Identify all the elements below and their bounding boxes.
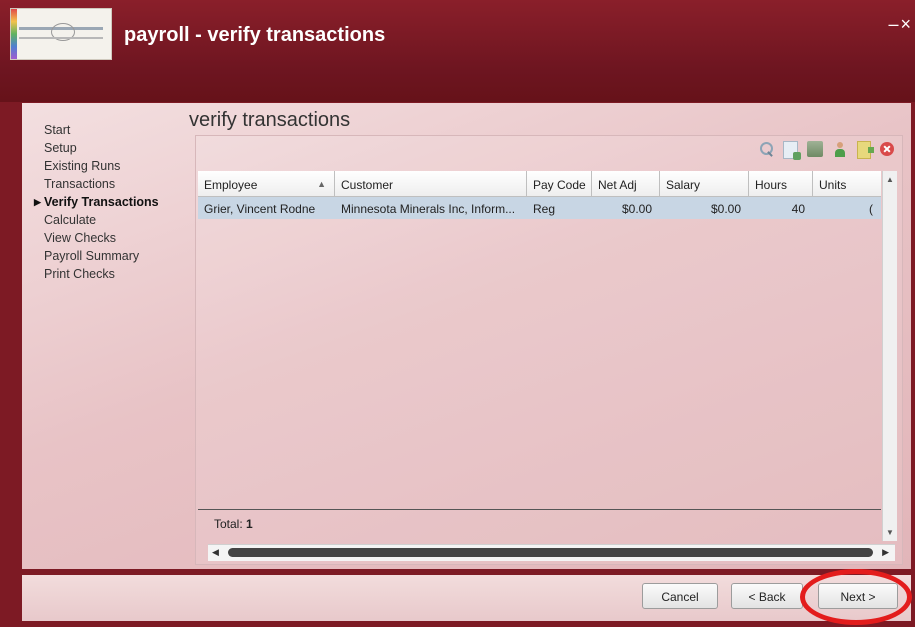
column-header-hours[interactable]: Hours	[749, 171, 813, 196]
column-header-employee[interactable]: Employee ▲	[198, 171, 335, 196]
grid-header: Employee ▲ Customer Pay Code Net Adj Sala…	[198, 171, 881, 197]
document-icon[interactable]	[783, 141, 801, 160]
sidebar-item-existing-runs[interactable]: Existing Runs	[44, 157, 159, 175]
transactions-grid: Employee ▲ Customer Pay Code Net Adj Sala…	[198, 171, 881, 541]
cell-units: (	[869, 202, 873, 216]
page-title: verify transactions	[189, 109, 351, 131]
check-logo-icon	[10, 8, 112, 60]
sidebar-item-verify-transactions[interactable]: ▶ Verify Transactions	[34, 193, 159, 211]
cell-salary: $0.00	[710, 202, 741, 216]
title-bar: payroll - verify transactions – ×	[0, 0, 915, 102]
sidebar-item-start[interactable]: Start	[44, 121, 159, 139]
back-button[interactable]: < Back	[731, 583, 803, 609]
sidebar-item-print-checks[interactable]: Print Checks	[44, 265, 159, 283]
cell-hours: 40	[791, 202, 805, 216]
cell-pay-code: Reg	[533, 202, 556, 216]
sort-ascending-icon: ▲	[317, 179, 326, 189]
window-controls: – ×	[886, 14, 911, 35]
sidebar-item-payroll-summary[interactable]: Payroll Summary	[44, 247, 159, 265]
next-button[interactable]: Next >	[818, 583, 898, 609]
button-bar: Cancel < Back Next >	[22, 575, 911, 621]
scroll-up-icon[interactable]: ▲	[886, 175, 894, 184]
wizard-steps: Start Setup Existing Runs Transactions ▶…	[34, 121, 159, 283]
column-header-customer[interactable]: Customer	[335, 171, 527, 196]
cell-net-adj: $0.00	[621, 202, 652, 216]
sidebar-item-label: Verify Transactions	[44, 195, 159, 209]
sidebar-item-transactions[interactable]: Transactions	[44, 175, 159, 193]
cell-customer: Minnesota Minerals Inc, Inform...	[341, 202, 516, 216]
sidebar-item-view-checks[interactable]: View Checks	[44, 229, 159, 247]
scroll-down-icon[interactable]: ▼	[886, 528, 894, 537]
delete-icon[interactable]	[880, 142, 894, 156]
window-title: payroll - verify transactions	[124, 24, 386, 46]
column-header-salary[interactable]: Salary	[660, 171, 749, 196]
close-icon[interactable]: ×	[900, 14, 911, 34]
grid-footer-divider	[198, 509, 881, 510]
sidebar-item-calculate[interactable]: Calculate	[44, 211, 159, 229]
sidebar-item-setup[interactable]: Setup	[44, 139, 159, 157]
person-icon[interactable]	[832, 141, 848, 157]
transactions-panel: Employee ▲ Customer Pay Code Net Adj Sala…	[195, 135, 903, 565]
scrollbar-thumb[interactable]	[228, 548, 873, 557]
column-header-units[interactable]: Units	[813, 171, 881, 196]
total-count: 1	[246, 517, 253, 531]
cell-employee: Grier, Vincent Rodne	[204, 202, 316, 216]
current-step-arrow-icon: ▶	[34, 197, 41, 207]
search-icon[interactable]	[758, 141, 774, 157]
grid-total: Total: 1	[214, 517, 253, 531]
export-icon[interactable]	[857, 141, 874, 159]
vertical-scrollbar[interactable]: ▲ ▼	[882, 171, 897, 541]
content-area: Start Setup Existing Runs Transactions ▶…	[22, 103, 911, 569]
money-icon[interactable]	[807, 141, 823, 157]
app-window: payroll - verify transactions – × Start S…	[0, 0, 915, 627]
scroll-left-icon[interactable]: ◀	[212, 547, 219, 558]
horizontal-scrollbar[interactable]: ◀ ▶	[208, 544, 895, 561]
table-row[interactable]: Grier, Vincent Rodne Minnesota Minerals …	[198, 197, 881, 219]
column-header-pay-code[interactable]: Pay Code	[527, 171, 592, 196]
scroll-right-icon[interactable]: ▶	[882, 547, 889, 558]
sidebar: Start Setup Existing Runs Transactions ▶…	[22, 103, 184, 569]
column-header-net-adj[interactable]: Net Adj	[592, 171, 660, 196]
cancel-button[interactable]: Cancel	[642, 583, 718, 609]
grid-toolbar	[758, 141, 894, 163]
main-panel: verify transactions Employee ▲ Customer P…	[185, 103, 911, 569]
minimize-icon[interactable]: –	[888, 14, 898, 34]
